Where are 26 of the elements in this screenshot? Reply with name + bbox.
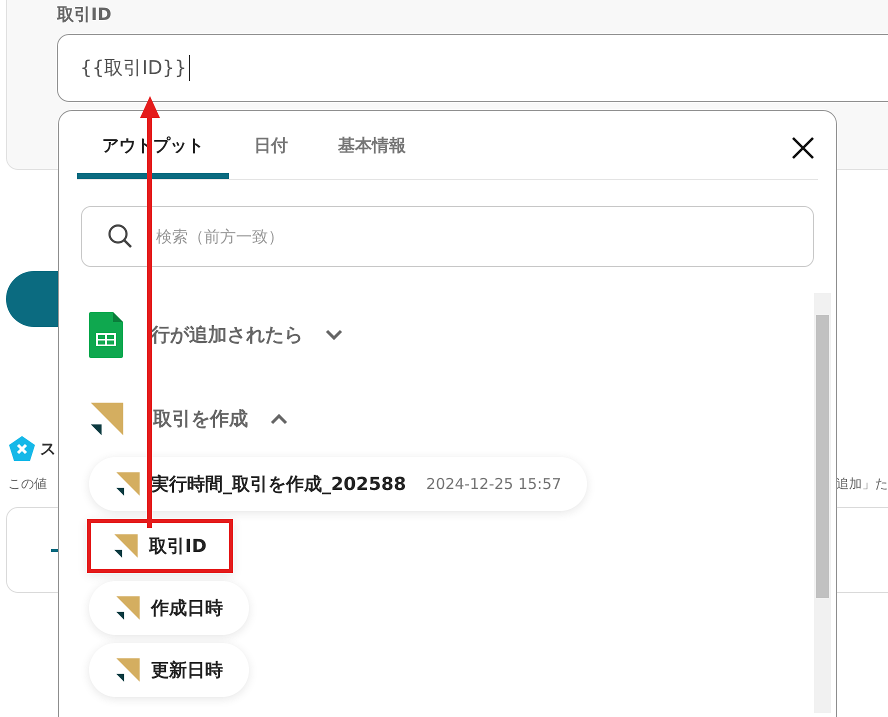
scrollbar[interactable]	[814, 293, 831, 713]
output-item[interactable]: 実行時間_取引を作成_202588 2024-12-25 15:57	[89, 457, 588, 511]
group-title[interactable]: 行が追加されたら	[151, 322, 303, 348]
logo-icon	[113, 533, 139, 559]
output-item[interactable]: 作成日時	[89, 581, 249, 635]
output-item[interactable]: 更新日時	[89, 643, 249, 697]
group-title[interactable]: 取引を作成	[153, 406, 248, 432]
logo-icon	[115, 657, 141, 683]
tab[interactable]: 日付	[229, 111, 313, 179]
tab[interactable]: 基本情報	[313, 111, 431, 179]
input-field[interactable]: {{取引ID}}	[57, 34, 888, 102]
logo-icon	[115, 595, 141, 621]
spreadsheet-icon	[89, 312, 123, 358]
output-item[interactable]: 取引ID	[87, 519, 233, 573]
scroll-thumb[interactable]	[816, 315, 829, 598]
search-field[interactable]: 検索（前方一致）	[81, 206, 814, 267]
logo-icon	[115, 471, 141, 497]
search-icon	[107, 223, 133, 249]
chevron-down-icon[interactable]	[325, 329, 343, 341]
note-text: この値	[8, 476, 47, 493]
note-text: 追加」た	[836, 476, 888, 493]
field-label: 取引ID	[57, 4, 112, 26]
logo-icon	[89, 401, 125, 437]
app-icon	[8, 435, 36, 463]
section-heading: ス	[40, 438, 56, 460]
chevron-up-icon[interactable]	[270, 413, 288, 425]
